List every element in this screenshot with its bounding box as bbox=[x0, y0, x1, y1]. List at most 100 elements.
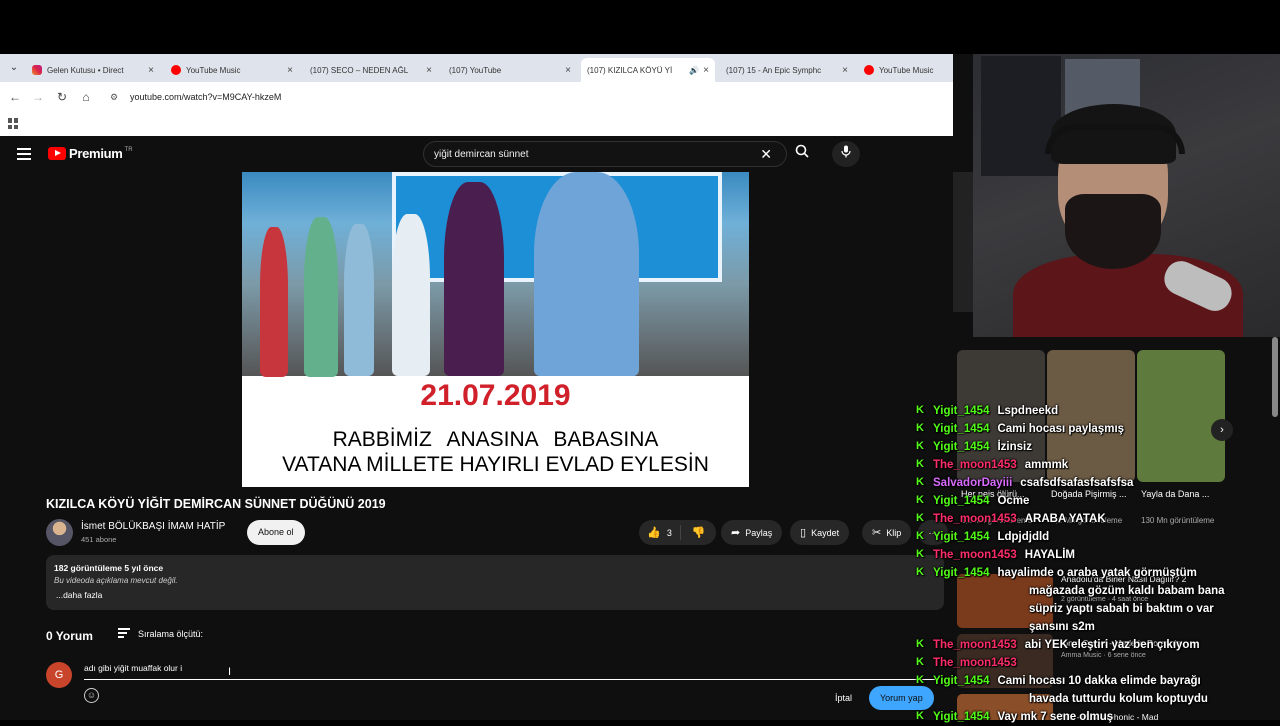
speaker-icon[interactable]: 🔊 bbox=[689, 66, 699, 75]
tab-close-icon[interactable]: × bbox=[287, 65, 293, 76]
tab-close-icon[interactable]: × bbox=[842, 65, 848, 76]
text-cursor-icon: I bbox=[228, 666, 232, 678]
view-count-and-date: 182 görüntüleme 5 yıl önce bbox=[54, 563, 164, 573]
tab-youtube-seco[interactable]: (107) SECO – NEDEN AĞL × bbox=[304, 58, 438, 82]
chat-message: K Yigit_1454 İzinsiz bbox=[913, 438, 1032, 456]
like-button[interactable]: 👍 3 bbox=[639, 525, 681, 540]
like-count: 3 bbox=[666, 527, 672, 538]
tab-close-icon[interactable]: × bbox=[426, 65, 432, 76]
kick-badge-icon: K bbox=[916, 440, 924, 452]
video-overlay-date: 21.07.2019 bbox=[420, 379, 571, 412]
tab-close-icon[interactable]: × bbox=[565, 65, 571, 76]
chat-username: The_moon1453 bbox=[933, 459, 1017, 471]
logo-text: Premium bbox=[69, 146, 123, 161]
tab-close-icon[interactable]: × bbox=[148, 65, 154, 76]
video-overlay-line2: VATANA MİLLETE HAYIRLI EVLAD EYLESİN bbox=[282, 453, 709, 476]
chat-text: şansını s2m bbox=[1029, 621, 1095, 633]
search-icon[interactable] bbox=[788, 141, 816, 167]
description-box[interactable]: 182 görüntüleme 5 yıl önce Bu videoda aç… bbox=[46, 555, 944, 610]
scissors-icon: ✂ bbox=[872, 527, 882, 539]
like-dislike-group: 👍 3 👎 bbox=[639, 520, 716, 545]
comment-input[interactable]: adı gibi yiğit muaffak olur i bbox=[84, 662, 935, 680]
tab-strip: ⌄ Gelen Kutusu • Direct × YouTube Music … bbox=[0, 54, 973, 82]
kick-badge-icon: K bbox=[916, 530, 924, 542]
tab-title: (107) YouTube bbox=[449, 65, 502, 75]
search-input[interactable]: yiğit demircan sünnet bbox=[434, 149, 760, 160]
channel-avatar[interactable] bbox=[46, 519, 73, 546]
instagram-icon bbox=[32, 65, 42, 75]
chat-message: şansını s2m bbox=[993, 618, 1095, 636]
tab-youtube-home[interactable]: (107) YouTube × bbox=[443, 58, 577, 82]
dislike-button[interactable]: 👎 bbox=[681, 526, 716, 539]
sort-icon bbox=[118, 628, 130, 640]
home-icon[interactable]: ⌂ bbox=[77, 88, 95, 106]
tab-youtube-symphony[interactable]: (107) 15 - An Epic Symphc × bbox=[720, 58, 854, 82]
microphone-icon[interactable] bbox=[832, 141, 860, 167]
chat-username: Yigit_1454 bbox=[933, 567, 990, 579]
tab-title: (107) KIZILCA KÖYÜ Yİ bbox=[587, 65, 673, 75]
chat-username: The_moon1453 bbox=[933, 513, 1017, 525]
apps-grid-icon[interactable] bbox=[8, 118, 19, 129]
kick-badge-icon: K bbox=[916, 404, 924, 416]
cancel-comment-button[interactable]: İptal bbox=[826, 686, 861, 710]
kick-badge-icon: K bbox=[916, 638, 924, 650]
tab-close-icon[interactable]: × bbox=[703, 65, 709, 76]
youtube-music-icon bbox=[171, 65, 181, 75]
tab-youtube-music[interactable]: YouTube Music × bbox=[165, 58, 299, 82]
chat-username: Yigit_1454 bbox=[933, 531, 990, 543]
video-person bbox=[392, 214, 430, 376]
kick-badge-icon: K bbox=[916, 548, 924, 560]
sort-label: Sıralama ölçütü: bbox=[138, 629, 204, 639]
chat-username: Yigit_1454 bbox=[933, 423, 990, 435]
clip-button[interactable]: ✂ Klip bbox=[862, 520, 912, 545]
save-button[interactable]: ▯ Kaydet bbox=[790, 520, 850, 545]
video-player[interactable]: 21.07.2019 RABBİMİZ ANASINA BABASINA VAT… bbox=[242, 172, 749, 487]
clear-search-icon[interactable]: ✕ bbox=[760, 146, 772, 163]
video-overlay-line1: RABBİMİZ ANASINA BABASINA bbox=[332, 428, 659, 451]
show-more-link[interactable]: ...daha fazla bbox=[56, 590, 102, 600]
kick-badge-icon: K bbox=[916, 656, 924, 668]
kick-badge-icon: K bbox=[916, 710, 924, 722]
tab-instagram[interactable]: Gelen Kutusu • Direct × bbox=[26, 58, 160, 82]
chat-username: SalvadorDayiii bbox=[933, 477, 1013, 489]
description-text: Bu videoda açıklama mevcut değil. bbox=[54, 576, 178, 585]
chat-message: K Yigit_1454 hayalimde o araba yatak görmü… bbox=[913, 564, 1197, 582]
chat-username: The_moon1453 bbox=[933, 639, 1017, 651]
address-bar[interactable]: ⚙ youtube.com/watch?v=M9CAY-hkzeM bbox=[104, 86, 964, 108]
tab-title: (107) SECO – NEDEN AĞL bbox=[310, 65, 409, 75]
reload-icon[interactable]: ↻ bbox=[53, 88, 71, 106]
tab-youtube-active[interactable]: (107) KIZILCA KÖYÜ Yİ 🔊 × bbox=[581, 58, 715, 82]
share-button[interactable]: ➦ Paylaş bbox=[721, 520, 783, 545]
site-info-icon[interactable]: ⚙ bbox=[110, 92, 122, 103]
chat-text: Ldpjdjdld bbox=[997, 531, 1050, 543]
video-person bbox=[304, 217, 338, 377]
chat-message: K Yigit_1454 Ocme bbox=[913, 492, 1029, 510]
headphones-icon bbox=[1045, 124, 1185, 154]
forward-arrow-icon[interactable]: → bbox=[29, 88, 47, 106]
back-arrow-icon[interactable]: ← bbox=[6, 88, 24, 106]
chat-message: süpriz yaptı sabah bi baktım o var bbox=[993, 600, 1214, 618]
video-person bbox=[534, 172, 639, 376]
chat-message: K Yigit_1454 Lspdneekd bbox=[913, 402, 1058, 420]
thumbs-up-icon: 👍 bbox=[647, 527, 661, 539]
tab-search-chevron-icon[interactable]: ⌄ bbox=[6, 60, 22, 76]
chat-text: mağazada gözüm kaldı babam bana bbox=[1029, 585, 1225, 597]
channel-subscribers: 451 abone bbox=[81, 535, 117, 544]
clip-label: Klip bbox=[886, 527, 902, 538]
sort-comments-button[interactable]: Sıralama ölçütü: bbox=[118, 628, 203, 640]
top-black-bar bbox=[0, 0, 1280, 54]
chat-username: The_moon1453 bbox=[933, 549, 1017, 561]
kick-badge-icon: K bbox=[916, 422, 924, 434]
emoji-icon[interactable]: ☺ bbox=[84, 688, 99, 703]
search-box[interactable]: yiğit demircan sünnet ✕ bbox=[423, 141, 787, 167]
subscribe-button[interactable]: Abone ol bbox=[247, 520, 305, 545]
chat-text: csafsdfsafasfsafsfsa bbox=[1020, 477, 1134, 489]
hamburger-menu-icon[interactable] bbox=[17, 148, 31, 163]
channel-name[interactable]: İsmet BÖLÜKBAŞI İMAM HATİP bbox=[81, 521, 225, 532]
chat-message: mağazada gözüm kaldı babam bana bbox=[993, 582, 1225, 600]
kick-badge-icon: K bbox=[916, 512, 924, 524]
youtube-premium-logo[interactable]: Premium TR bbox=[48, 146, 133, 161]
youtube-music-icon bbox=[864, 65, 874, 75]
chat-message: K Yigit_1454 Cami hocası paylaşmış bbox=[913, 420, 1124, 438]
user-avatar[interactable]: G bbox=[46, 662, 72, 688]
